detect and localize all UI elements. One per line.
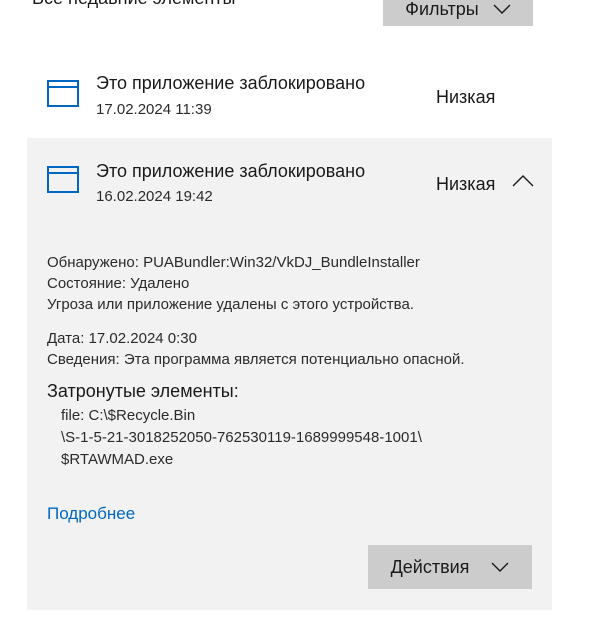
- app-window-icon: [47, 166, 79, 193]
- app-window-icon: [47, 80, 79, 107]
- item-severity: Низкая: [436, 174, 496, 194]
- filters-label: Фильтры: [405, 0, 479, 19]
- item-title: Это приложение заблокировано: [96, 73, 366, 93]
- affected-item-line: \S-1-5-21-3018252050-762530119-168999954…: [61, 429, 422, 446]
- protection-history-item-expanded: Это приложение заблокировано 16.02.2024 …: [27, 138, 552, 610]
- item-date: 17.02.2024 11:39: [96, 101, 212, 118]
- top-bar: Все недавние элементы Фильтры: [0, 0, 609, 30]
- affected-items-list: file: C:\$Recycle.Bin \S-1-5-21-30182520…: [61, 407, 537, 473]
- detected-line: Обнаружено: PUABundler:Win32/VkDJ_Bundle…: [47, 254, 420, 271]
- chevron-down-icon: [493, 4, 511, 14]
- item-date: 16.02.2024 19:42: [96, 188, 213, 205]
- item-title: Это приложение заблокировано: [96, 161, 366, 181]
- status-description: Угроза или приложение удалены с этого ус…: [47, 296, 414, 313]
- learn-more-link[interactable]: Подробнее: [47, 504, 135, 524]
- affected-item-line: $RTAWMAD.exe: [61, 451, 174, 468]
- protection-history-item[interactable]: Это приложение заблокировано 17.02.2024 …: [27, 56, 552, 136]
- affected-items-title: Затронутые элементы:: [47, 381, 239, 401]
- chevron-up-icon[interactable]: [511, 172, 535, 190]
- chevron-down-icon: [491, 562, 509, 572]
- date-line: Дата: 17.02.2024 0:30: [47, 330, 197, 347]
- filters-button[interactable]: Фильтры: [383, 0, 533, 26]
- item-severity: Низкая: [436, 87, 496, 107]
- actions-label: Действия: [390, 556, 470, 577]
- recent-items-title: Все недавние элементы: [32, 0, 235, 9]
- affected-item-line: file: C:\$Recycle.Bin: [61, 407, 196, 424]
- status-line: Состояние: Удалено: [47, 275, 190, 292]
- threat-details: Обнаружено: PUABundler:Win32/VkDJ_Bundle…: [47, 254, 537, 473]
- actions-button[interactable]: Действия: [368, 545, 532, 589]
- info-line: Сведения: Эта программа является потенци…: [47, 351, 465, 368]
